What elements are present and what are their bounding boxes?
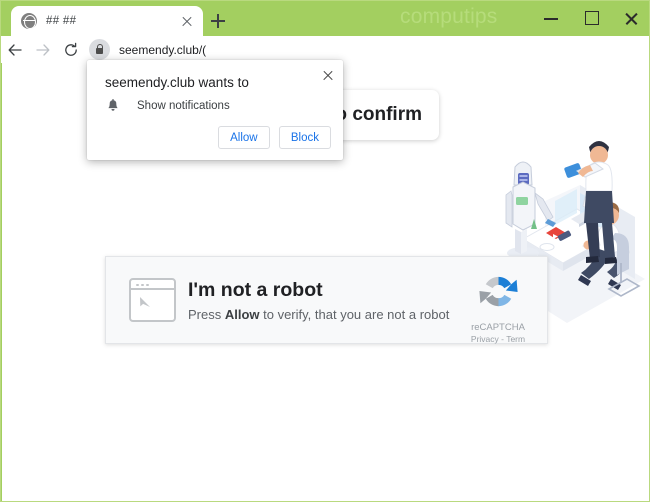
block-button[interactable]: Block xyxy=(278,126,331,149)
fake-captcha-panel[interactable]: I'm not a robot Press Allow to verify, t… xyxy=(105,256,548,344)
permission-row: Show notifications xyxy=(105,98,230,114)
dialog-title: seemendy.club wants to xyxy=(105,75,249,90)
captcha-sub-after: to verify, that you are not a robot xyxy=(259,307,450,322)
browser-window-cursor-icon xyxy=(129,278,176,322)
browser-tab[interactable]: ## ## xyxy=(11,6,203,36)
url-text: seemendy.club/( xyxy=(119,42,207,57)
back-arrow-icon xyxy=(8,44,22,56)
maximize-icon[interactable] xyxy=(571,1,611,35)
captcha-sub-bold: Allow xyxy=(224,307,260,322)
recaptcha-branding: reCAPTCHA Privacy - Term xyxy=(458,268,538,344)
reload-icon xyxy=(65,42,77,56)
notification-permission-dialog: seemendy.club wants to Show notification… xyxy=(87,60,343,160)
close-icon[interactable] xyxy=(319,66,337,84)
recaptcha-brand-label: reCAPTCHA xyxy=(471,322,525,333)
reload-button[interactable] xyxy=(57,36,85,63)
address-bar[interactable]: seemendy.club/( xyxy=(89,39,549,60)
new-tab-button[interactable] xyxy=(206,9,230,33)
window-controls xyxy=(531,1,649,35)
close-window-icon[interactable] xyxy=(611,1,649,35)
permission-label: Show notifications xyxy=(137,100,230,112)
tab-title: ## ## xyxy=(46,15,77,27)
minimize-icon[interactable] xyxy=(531,1,571,35)
watermark-text: computips xyxy=(400,5,498,28)
browser-window: computips ## ## seemendy.club/(to confi… xyxy=(0,0,650,502)
forward-arrow-icon xyxy=(36,44,50,56)
captcha-sub-before: Press xyxy=(188,307,225,322)
lock-icon xyxy=(89,39,110,60)
forward-button[interactable] xyxy=(29,36,57,63)
recaptcha-privacy-label: Privacy - Term xyxy=(470,334,526,344)
bell-icon xyxy=(105,98,121,114)
back-button[interactable] xyxy=(1,36,29,63)
captcha-subtitle: Press Allow to verify, that you are not … xyxy=(188,307,449,322)
page-title: to confirm xyxy=(329,104,422,125)
tab-strip: computips ## ## xyxy=(1,1,649,36)
captcha-title: I'm not a robot xyxy=(188,279,323,301)
recaptcha-logo-icon xyxy=(478,276,518,307)
allow-button[interactable]: Allow xyxy=(217,126,270,149)
globe-icon xyxy=(21,13,37,29)
close-icon[interactable] xyxy=(176,10,198,32)
dialog-actions: Allow Block xyxy=(217,126,331,149)
